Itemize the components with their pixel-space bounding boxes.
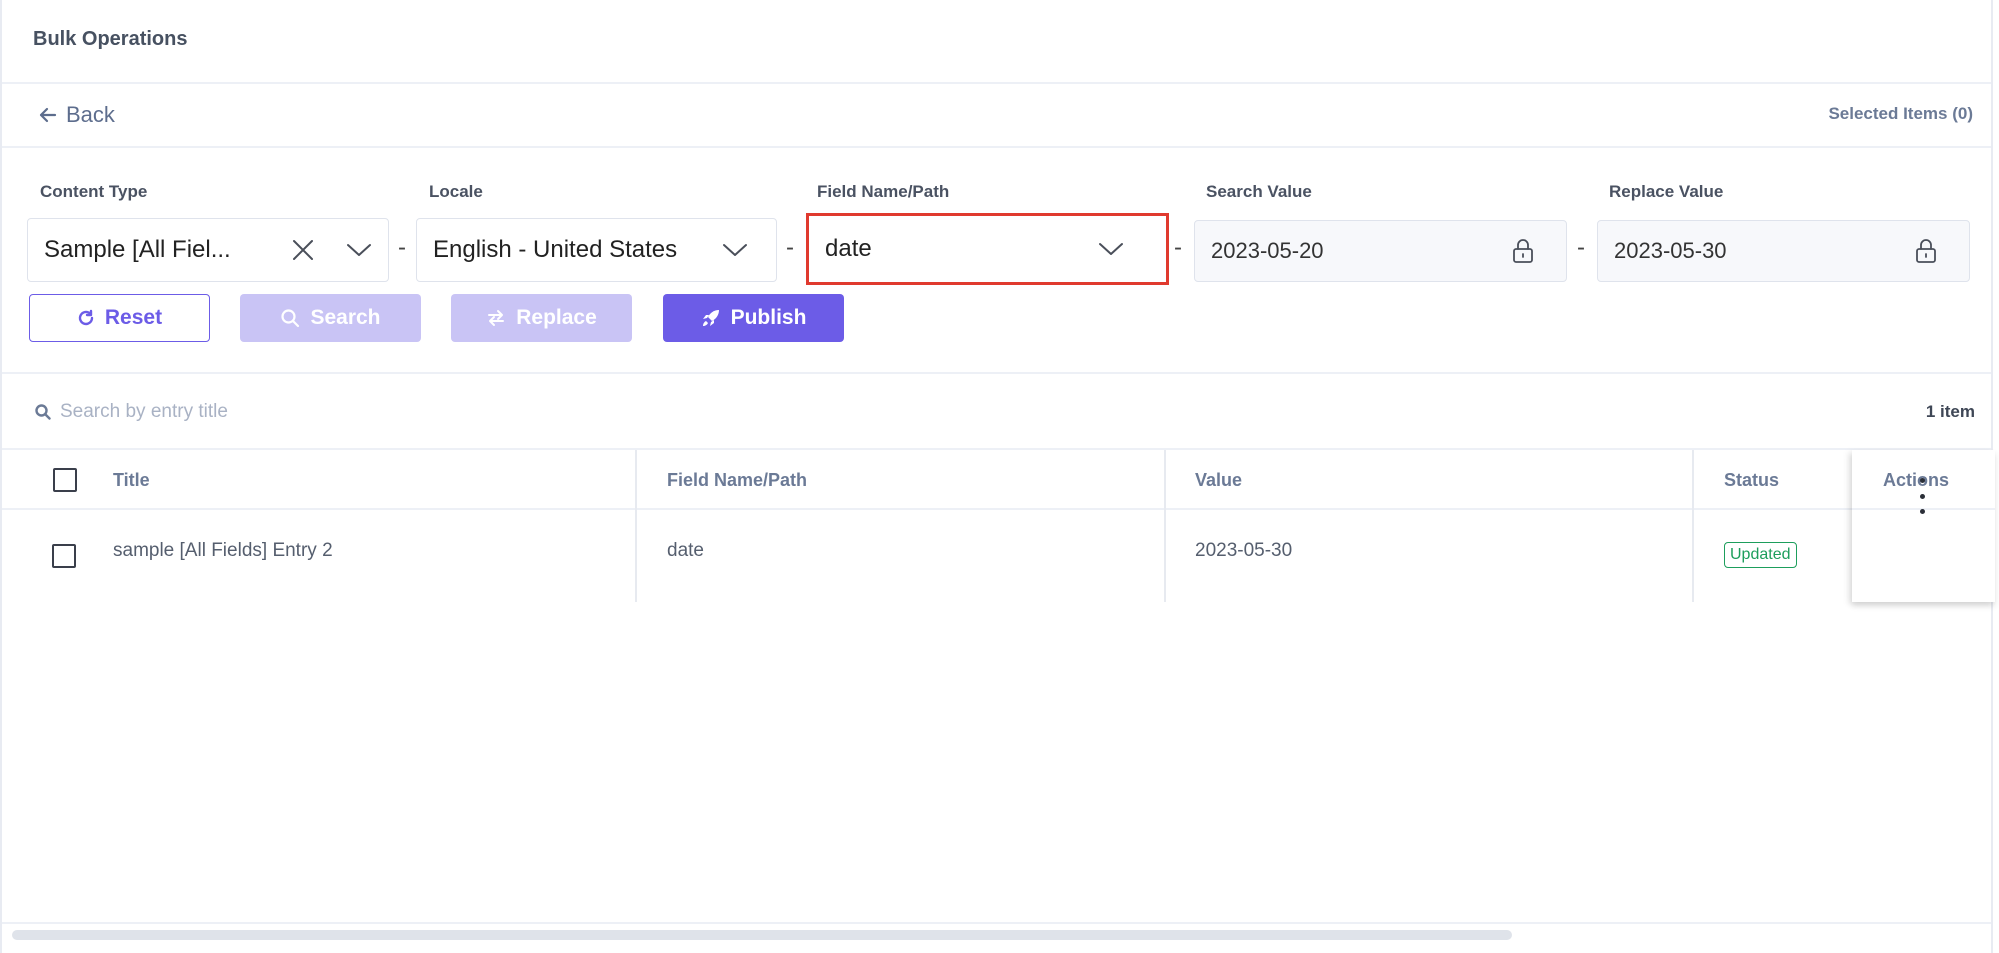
filter-section: Content Type Sample [All Fiel... - Local…	[2, 148, 1991, 374]
search-value-field[interactable]: 2023-05-20	[1194, 220, 1567, 282]
locale-select[interactable]: English - United States	[416, 218, 777, 282]
back-label: Back	[66, 102, 115, 127]
table-row[interactable]: sample [All Fields] Entry 2 date 2023-05…	[2, 510, 1991, 602]
back-button[interactable]: Back	[38, 102, 115, 128]
entry-search-input[interactable]	[60, 396, 660, 428]
field-path-select[interactable]: date	[806, 213, 1169, 285]
separator: -	[398, 234, 406, 261]
swap-icon	[488, 310, 505, 326]
selected-items-count[interactable]: Selected Items (0)	[1828, 104, 1973, 124]
search-button[interactable]: Search	[240, 294, 421, 342]
entry-title[interactable]: sample [All Fields] Entry 2	[113, 540, 333, 562]
refresh-icon	[78, 309, 94, 326]
select-all-checkbox[interactable]	[53, 468, 77, 492]
row-checkbox[interactable]	[52, 544, 76, 568]
replace-label: Replace	[516, 306, 597, 329]
panel-header: Bulk Operations	[2, 0, 1991, 84]
rocket-icon	[702, 310, 719, 326]
replace-value-field[interactable]: 2023-05-30	[1597, 220, 1970, 282]
reset-label: Reset	[104, 306, 163, 329]
column-field-path[interactable]: Field Name/Path	[667, 470, 807, 491]
content-type-select[interactable]: Sample [All Fiel...	[27, 218, 389, 282]
arrow-left-icon	[39, 107, 57, 123]
field-path-label: Field Name/Path	[817, 182, 950, 201]
actions-column: Actions	[1852, 450, 1995, 602]
status-badge: Updated	[1724, 542, 1797, 568]
column-actions: Actions	[1883, 470, 1950, 490]
kebab-menu-icon[interactable]	[1917, 478, 1927, 514]
content-type-value: Sample [All Fiel...	[44, 236, 231, 263]
chevron-down-icon[interactable]	[722, 242, 748, 258]
close-icon[interactable]	[290, 237, 316, 263]
search-label: Search	[310, 306, 381, 329]
publish-label: Publish	[730, 306, 807, 329]
search-icon	[281, 309, 300, 328]
reset-button[interactable]: Reset	[29, 294, 210, 342]
chevron-down-icon[interactable]	[346, 242, 372, 258]
page-title: Bulk Operations	[33, 28, 188, 50]
search-icon	[35, 404, 51, 420]
entry-value: 2023-05-30	[1195, 540, 1293, 561]
table-header: Title Field Name/Path Value Status	[2, 450, 1991, 602]
separator: -	[1577, 234, 1585, 261]
chevron-down-icon[interactable]	[1098, 241, 1124, 257]
scrollbar-thumb[interactable]	[12, 930, 1512, 940]
content-type-label: Content Type	[40, 182, 148, 201]
replace-button[interactable]: Replace	[451, 294, 632, 342]
field-path-value: date	[825, 235, 872, 262]
column-status[interactable]: Status	[1724, 470, 1779, 491]
publish-button[interactable]: Publish	[663, 294, 844, 342]
entry-search-bar: 1 item	[2, 374, 1991, 450]
lock-icon	[1513, 239, 1533, 263]
replace-value-label: Replace Value	[1609, 182, 1724, 201]
navigation-bar: Back Selected Items (0)	[2, 84, 1991, 148]
replace-value-text: 2023-05-30	[1614, 238, 1727, 263]
lock-icon	[1916, 239, 1936, 263]
column-value[interactable]: Value	[1195, 470, 1242, 491]
search-value-text: 2023-05-20	[1211, 238, 1324, 263]
separator: -	[1174, 234, 1182, 261]
entry-field-path: date	[667, 540, 704, 561]
item-count: 1 item	[1925, 402, 1975, 421]
bulk-operations-panel: Bulk Operations Back Selected Items (0) …	[0, 0, 1995, 953]
locale-label: Locale	[429, 182, 483, 201]
column-title[interactable]: Title	[113, 470, 150, 491]
separator: -	[786, 234, 794, 261]
horizontal-scrollbar[interactable]	[2, 922, 1991, 940]
search-value-label: Search Value	[1206, 182, 1312, 201]
locale-value: English - United States	[433, 236, 678, 263]
